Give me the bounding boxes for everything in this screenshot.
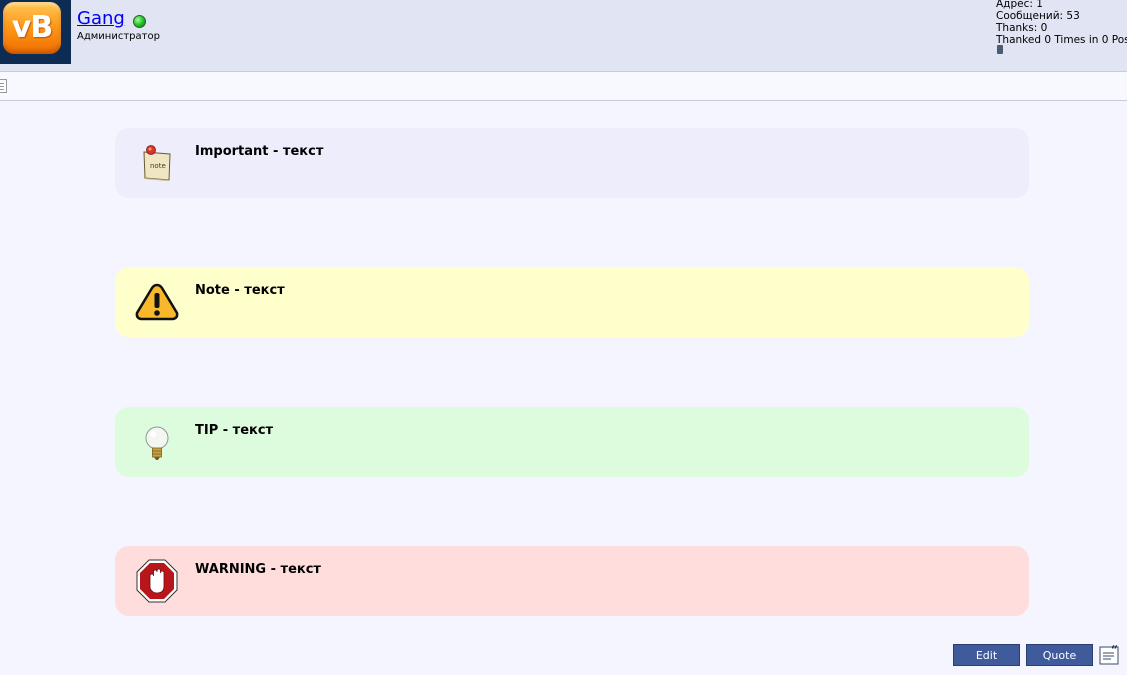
svg-text:“: “: [1111, 644, 1118, 657]
user-header: vB Gang Администратор Адрес: 1 Сообщений…: [0, 0, 1127, 72]
post-icon: [0, 79, 7, 93]
user-info-thanked: Thanked 0 Times in 0 Posts: [996, 34, 1127, 46]
vb-logo-icon: vB: [3, 2, 61, 54]
warning-box: WARNING - текст: [115, 546, 1029, 616]
user-info-address: Адрес: 1: [996, 0, 1043, 10]
online-status-icon: [133, 15, 146, 28]
warning-text: WARNING - текст: [195, 562, 321, 577]
note-icon: note: [143, 145, 171, 181]
edit-button[interactable]: Edit: [953, 644, 1020, 666]
username-link[interactable]: Gang: [77, 8, 125, 29]
note-text: Note - текст: [195, 283, 285, 298]
post-title-bar: [0, 72, 1127, 101]
svg-text:note: note: [150, 162, 166, 170]
user-info-thanks: Thanks: 0: [996, 22, 1048, 34]
stop-hand-icon: [136, 559, 178, 603]
warning-icon: [135, 283, 179, 321]
tip-text: TIP - текст: [195, 423, 274, 438]
tip-box: TIP - текст: [115, 407, 1029, 477]
note-box: Note - текст: [115, 267, 1029, 337]
important-box: note Important - текст: [115, 128, 1029, 198]
multi-quote-icon[interactable]: “: [1099, 644, 1123, 666]
reputation-icon[interactable]: [997, 45, 1003, 54]
user-info-posts: Сообщений: 53: [996, 10, 1080, 22]
quote-button[interactable]: Quote: [1026, 644, 1093, 666]
user-info: Адрес: 1 Сообщений: 53 Thanks: 0 Thanked…: [996, 0, 1127, 46]
user-title: Администратор: [77, 31, 160, 42]
avatar[interactable]: vB: [0, 0, 71, 64]
important-text: Important - текст: [195, 144, 324, 159]
lightbulb-icon: [145, 426, 169, 460]
